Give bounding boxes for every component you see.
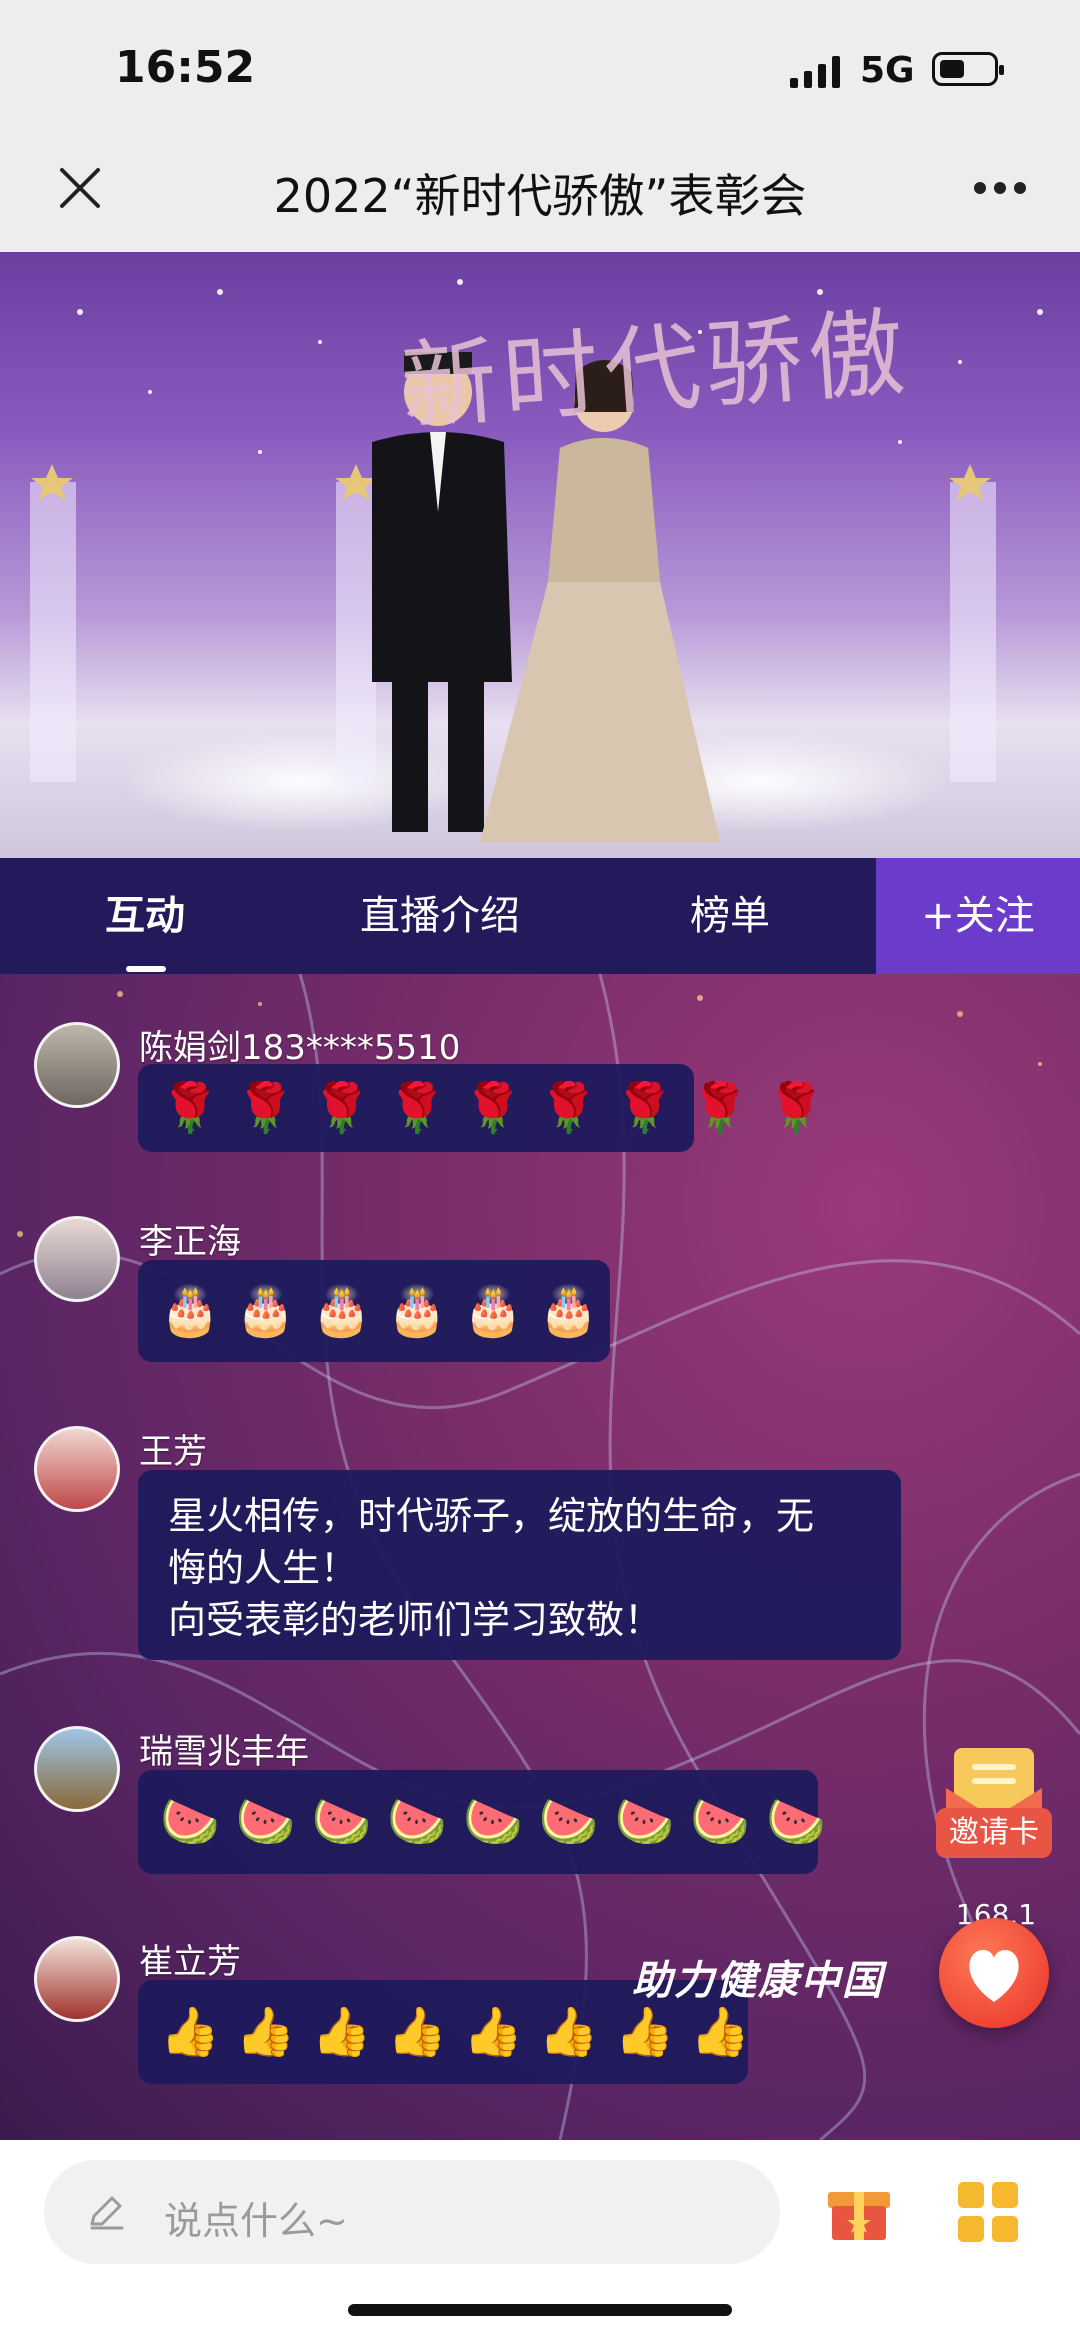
comment-placeholder: 说点什么~ bbox=[164, 2199, 348, 2243]
watermelon-emoji: 🍉 bbox=[614, 1794, 675, 1850]
battery-icon bbox=[932, 52, 1004, 86]
thumbs-up-emoji: 👍 bbox=[614, 2004, 675, 2060]
follow-button[interactable]: +关注 bbox=[876, 858, 1080, 974]
avatar[interactable] bbox=[34, 1426, 120, 1512]
apps-grid-icon[interactable] bbox=[956, 2180, 1020, 2244]
message-username: 李正海 bbox=[139, 1222, 241, 1262]
rose-emoji: 🌹 bbox=[538, 1080, 599, 1136]
chat-area[interactable]: 陈娟剑183****5510 🌹 🌹 🌹 🌹 🌹 🌹 🌹 🌹 🌹 李正海 🎂 🎂 🎂 🎂 🎂 🎂 王芳 星… bbox=[0, 974, 1080, 2140]
cake-emoji: 🎂 bbox=[463, 1283, 523, 1339]
emoji-row-cakes: 🎂 🎂 🎂 🎂 🎂 🎂 bbox=[138, 1260, 610, 1362]
tab-ranking[interactable]: 榜单 bbox=[630, 858, 830, 974]
message-text-line: 悔的人生！ bbox=[168, 1546, 359, 1590]
message-bubble: 🌹 🌹 🌹 🌹 🌹 🌹 🌹 🌹 🌹 bbox=[138, 1064, 826, 1152]
bottom-bar: 说点什么~ bbox=[0, 2140, 1080, 2337]
live-video[interactable]: 新时代骄傲 bbox=[0, 252, 1080, 858]
rose-emoji: 🌹 bbox=[387, 1080, 448, 1136]
thumbs-up-emoji: 👍 bbox=[538, 2004, 599, 2060]
watermelon-emoji: 🍉 bbox=[766, 1794, 826, 1850]
message-text-line: 向受表彰的老师们学习致敬！ bbox=[168, 1598, 663, 1642]
avatar[interactable] bbox=[34, 1726, 120, 1812]
message-username: 陈娟剑183****5510 bbox=[139, 1028, 461, 1068]
message-bubble: 🍉 🍉 🍉 🍉 🍉 🍉 🍉 🍉 🍉 bbox=[138, 1770, 826, 1874]
cake-emoji: 🎂 bbox=[538, 1283, 599, 1339]
cake-emoji: 🎂 bbox=[387, 1283, 448, 1339]
emoji-row-roses: 🌹 🌹 🌹 🌹 🌹 🌹 🌹 🌹 🌹 bbox=[138, 1064, 826, 1152]
emoji-row-watermelons: 🍉 🍉 🍉 🍉 🍉 🍉 🍉 🍉 🍉 bbox=[138, 1770, 826, 1874]
message-username: 崔立芳 bbox=[139, 1942, 241, 1982]
home-indicator[interactable] bbox=[348, 2304, 732, 2316]
cake-emoji: 🎂 bbox=[235, 1283, 296, 1339]
avatar[interactable] bbox=[34, 1022, 120, 1108]
invite-card-button[interactable]: 邀请卡 bbox=[936, 1808, 1052, 1858]
rose-emoji: 🌹 bbox=[614, 1080, 675, 1136]
comment-input[interactable]: 说点什么~ bbox=[44, 2160, 780, 2264]
title-bar: 2022“新时代骄傲”表彰会 bbox=[0, 140, 1080, 252]
gift-icon[interactable] bbox=[824, 2174, 894, 2244]
tab-live-intro[interactable]: 直播介绍 bbox=[320, 858, 560, 974]
thumbs-up-emoji: 👍 bbox=[387, 2004, 448, 2060]
watermelon-emoji: 🍉 bbox=[235, 1794, 296, 1850]
message-username: 王芳 bbox=[139, 1432, 207, 1472]
thumbs-up-emoji: 👍 bbox=[311, 2004, 372, 2060]
tab-interaction[interactable]: 互动 bbox=[40, 858, 250, 974]
rose-emoji: 🌹 bbox=[235, 1080, 296, 1136]
avatar[interactable] bbox=[34, 1936, 120, 2022]
rose-emoji: 🌹 bbox=[311, 1080, 372, 1136]
rose-emoji: 🌹 bbox=[463, 1080, 523, 1136]
heart-icon bbox=[969, 1950, 1019, 2002]
active-tab-indicator bbox=[126, 966, 166, 972]
cake-emoji: 🎂 bbox=[311, 1283, 372, 1339]
page-title: 2022“新时代骄傲”表彰会 bbox=[273, 169, 807, 223]
slogan-text: 助力健康中国 bbox=[632, 1958, 884, 2004]
signal-icon bbox=[790, 56, 840, 88]
cake-emoji: 🎂 bbox=[160, 1283, 220, 1339]
thumbs-up-emoji: 👍 bbox=[160, 2004, 220, 2060]
network-type: 5G bbox=[860, 50, 915, 91]
rose-emoji: 🌹 bbox=[690, 1080, 751, 1136]
thumbs-up-emoji: 👍 bbox=[235, 2004, 296, 2060]
watermelon-emoji: 🍉 bbox=[690, 1794, 751, 1850]
message-bubble: 星火相传，时代骄子，绽放的生命，无 悔的人生！ 向受表彰的老师们学习致敬！ bbox=[138, 1470, 901, 1660]
status-bar: 16:52 5G bbox=[0, 0, 1080, 140]
thumbs-up-emoji: 👍 bbox=[463, 2004, 523, 2060]
pen-icon bbox=[90, 2196, 124, 2230]
status-time: 16:52 bbox=[115, 42, 256, 93]
more-icon[interactable] bbox=[972, 180, 1028, 196]
message-text-line: 星火相传，时代骄子，绽放的生命，无 bbox=[168, 1494, 815, 1538]
watermelon-emoji: 🍉 bbox=[160, 1794, 220, 1850]
message-username: 瑞雪兆丰年 bbox=[139, 1732, 309, 1772]
rose-emoji: 🌹 bbox=[766, 1080, 826, 1136]
watermelon-emoji: 🍉 bbox=[311, 1794, 372, 1850]
thumbs-up-emoji: 👍 bbox=[690, 2004, 751, 2060]
watermelon-emoji: 🍉 bbox=[463, 1794, 523, 1850]
rose-emoji: 🌹 bbox=[160, 1080, 220, 1136]
watermelon-emoji: 🍉 bbox=[538, 1794, 599, 1850]
like-button[interactable] bbox=[939, 1918, 1049, 2028]
message-bubble: 🎂 🎂 🎂 🎂 🎂 🎂 bbox=[138, 1260, 610, 1362]
avatar[interactable] bbox=[34, 1216, 120, 1302]
watermelon-emoji: 🍉 bbox=[387, 1794, 448, 1850]
